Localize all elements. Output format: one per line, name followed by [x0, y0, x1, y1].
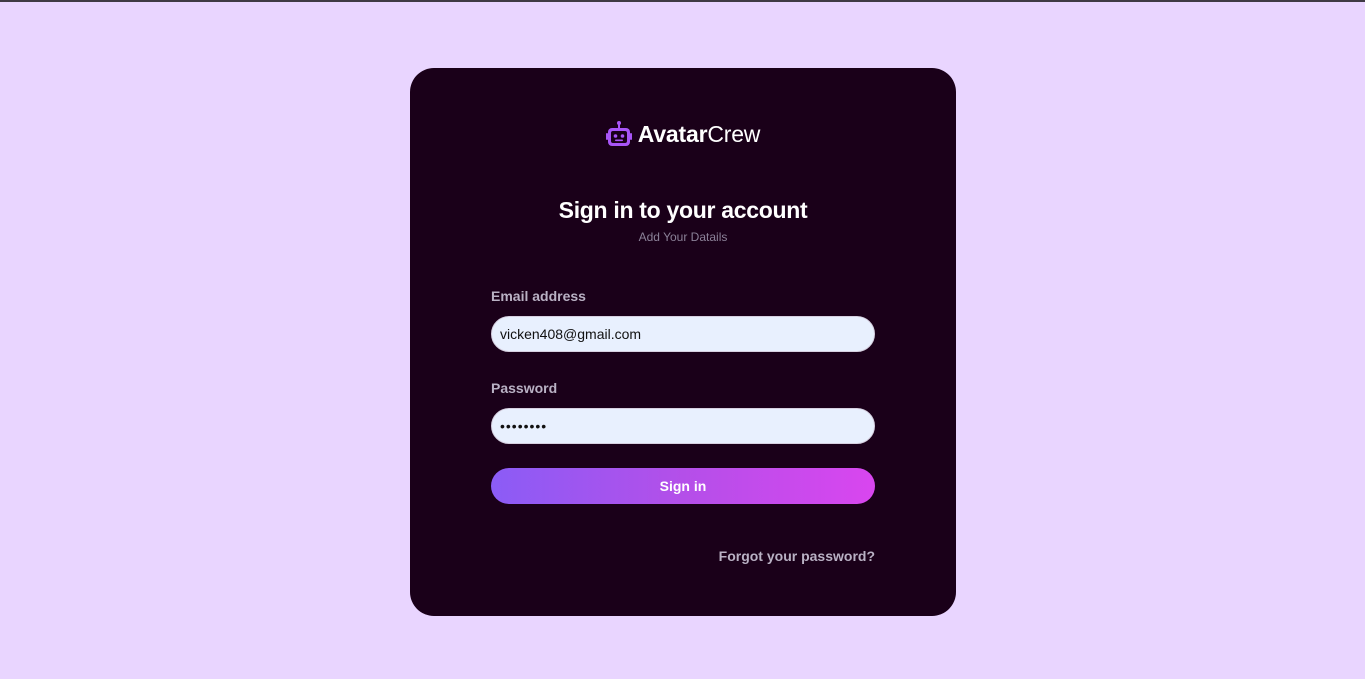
- password-label: Password: [491, 380, 558, 396]
- forgot-password-link[interactable]: Forgot your password?: [719, 548, 875, 564]
- robot-icon: [605, 120, 632, 148]
- page-subtitle: Add Your Datails: [638, 230, 728, 244]
- brand-name: AvatarCrew: [637, 120, 761, 148]
- page-title: Sign in to your account: [558, 197, 808, 223]
- brand-logo: AvatarCrew: [410, 120, 956, 148]
- login-card: AvatarCrew Sign in to your account Add Y…: [410, 68, 956, 616]
- brand-name-bold: Avatar: [637, 120, 708, 147]
- password-field[interactable]: [491, 408, 875, 444]
- window-top-border: [0, 0, 1365, 2]
- brand-name-light: Crew: [707, 120, 761, 147]
- email-field[interactable]: [491, 316, 875, 352]
- email-label: Email address: [491, 288, 586, 304]
- sign-in-button[interactable]: Sign in: [491, 468, 875, 504]
